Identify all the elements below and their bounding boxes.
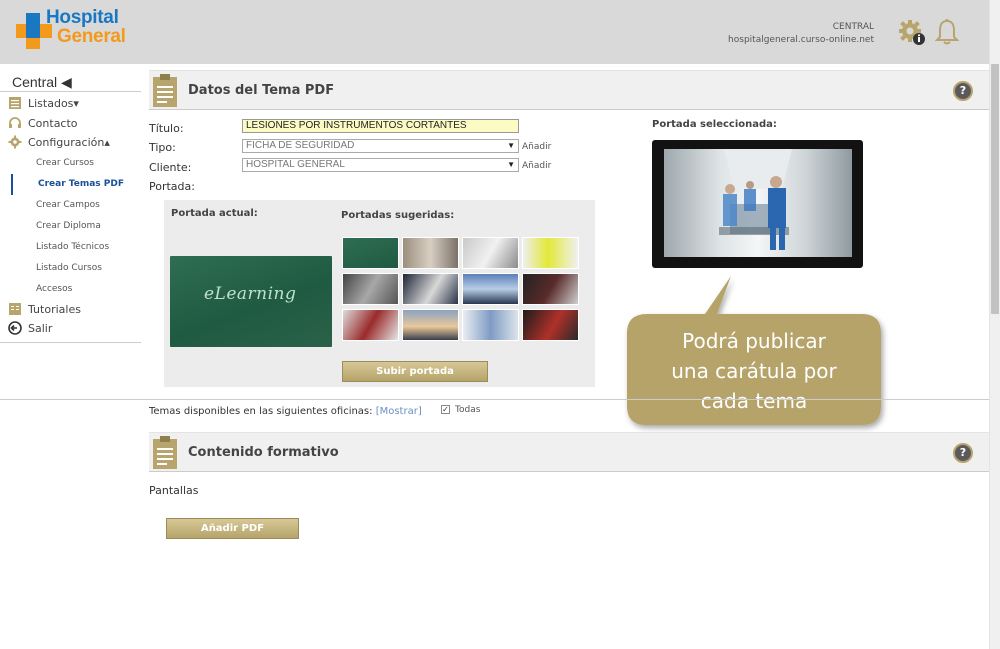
cover-chalk-text: eLearning — [204, 284, 297, 304]
top-bar: Hospital General CENTRAL hospitalgeneral… — [0, 0, 989, 64]
portada-actual-label: Portada actual: — [171, 208, 258, 219]
hospital-logo[interactable]: Hospital General — [14, 7, 144, 55]
tipo-select[interactable]: FICHA DE SEGURIDAD ▼ — [242, 139, 519, 153]
pantallas-label: Pantallas — [149, 484, 199, 497]
portada-seleccionada-label: Portada seleccionada: — [652, 119, 777, 130]
sidebar-item-tutoriales[interactable]: Tutoriales — [8, 302, 81, 316]
sidebar-subitem-listado-cursos[interactable]: Listado Cursos — [36, 263, 102, 273]
cover-thumbnail[interactable] — [402, 273, 459, 305]
sidebar-item-label: Listados▾ — [28, 96, 79, 110]
gear-icon — [8, 135, 22, 149]
list-icon — [9, 97, 21, 109]
oficinas-label: Temas disponibles en las siguientes ofic… — [149, 406, 422, 417]
cliente-select-value: HOSPITAL GENERAL — [246, 159, 345, 170]
account-info: CENTRAL hospitalgeneral.curso-online.net — [728, 21, 874, 47]
cliente-select[interactable]: HOSPITAL GENERAL ▼ — [242, 158, 519, 172]
add-tipo-link[interactable]: Añadir — [522, 142, 551, 152]
callout-line3: cada tema — [700, 389, 808, 413]
sidebar-item-configuracion[interactable]: Configuración▴ — [8, 135, 110, 149]
tipo-select-value: FICHA DE SEGURIDAD — [246, 140, 355, 151]
sidebar-subitem-crear-cursos[interactable]: Crear Cursos — [36, 158, 94, 168]
titulo-input[interactable]: LESIONES POR INSTRUMENTOS CORTANTES — [242, 119, 519, 133]
cover-thumbnail[interactable] — [462, 309, 519, 341]
sidebar-item-label: Contacto — [28, 116, 78, 130]
sidebar: Central ◀ Listados▾ Contacto Configuraci… — [0, 64, 141, 364]
settings-gear-icon[interactable] — [898, 18, 926, 46]
dropdown-arrow-icon: ▼ — [507, 141, 515, 150]
section-header-datos: Datos del Tema PDF ? — [149, 70, 989, 110]
cover-thumbnail[interactable] — [522, 273, 579, 305]
sidebar-item-label: Tutoriales — [28, 302, 81, 316]
todas-checkbox[interactable]: ✓ — [441, 405, 450, 414]
oficinas-text: Temas disponibles en las siguientes ofic… — [149, 406, 373, 417]
help-icon[interactable]: ? — [953, 81, 973, 101]
cover-thumbnail[interactable] — [522, 237, 579, 269]
logout-icon — [8, 321, 22, 335]
cover-thumbnail[interactable] — [522, 309, 579, 341]
scrollbar-thumb[interactable] — [991, 64, 999, 314]
cover-thumbnail[interactable] — [342, 309, 399, 341]
hospital-corridor-illustration — [719, 149, 792, 250]
current-cover-image: eLearning — [170, 256, 332, 347]
add-cliente-link[interactable]: Añadir — [522, 161, 551, 171]
headset-icon — [9, 117, 21, 128]
account-name: CENTRAL — [832, 22, 874, 32]
sidebar-item-contacto[interactable]: Contacto — [8, 116, 78, 130]
clipboard-icon — [153, 436, 177, 469]
section-title: Contenido formativo — [188, 445, 339, 460]
notifications-bell-icon[interactable] — [934, 18, 960, 46]
cover-thumbnail[interactable] — [462, 273, 519, 305]
mostrar-link[interactable]: [Mostrar] — [376, 406, 422, 417]
help-icon[interactable]: ? — [953, 443, 973, 463]
callout-line2: una carátula por — [671, 359, 837, 383]
upload-cover-button[interactable]: Subir portada — [342, 361, 488, 382]
vertical-scrollbar[interactable] — [989, 0, 1000, 649]
add-pdf-button[interactable]: Añadir PDF — [166, 518, 299, 539]
titulo-label: Título: — [149, 122, 184, 135]
sidebar-item-label: Configuración▴ — [28, 135, 110, 149]
sidebar-item-label: Salir — [28, 321, 53, 335]
section-title: Datos del Tema PDF — [188, 83, 335, 98]
portada-panel: Portada actual: eLearning Portadas suger… — [164, 200, 595, 387]
selected-cover-tablet — [652, 140, 863, 268]
cover-thumbnail[interactable] — [342, 237, 399, 269]
cover-thumbnail[interactable] — [402, 237, 459, 269]
sidebar-subitem-listado-tecnicos[interactable]: Listado Técnicos — [36, 242, 109, 252]
sidebar-subitem-crear-diploma[interactable]: Crear Diploma — [36, 221, 101, 231]
divider — [0, 399, 989, 400]
tipo-label: Tipo: — [149, 141, 176, 154]
callout-line1: Podrá publicar — [682, 329, 826, 353]
sidebar-subitem-accesos[interactable]: Accesos — [36, 284, 72, 294]
sidebar-subitem-crear-temas-pdf[interactable]: Crear Temas PDF — [38, 179, 124, 189]
sidebar-item-listados[interactable]: Listados▾ — [8, 96, 79, 110]
document-icon — [153, 74, 177, 107]
account-domain: hospitalgeneral.curso-online.net — [728, 35, 874, 45]
callout-text: Podrá publicar una carátula por cada tem… — [627, 326, 881, 416]
portada-label: Portada: — [149, 180, 195, 193]
logo-line2: General — [57, 26, 126, 47]
cover-thumbnail[interactable] — [342, 273, 399, 305]
book-icon — [9, 303, 21, 315]
active-indicator — [11, 174, 13, 195]
selected-cover-image — [664, 149, 852, 257]
portadas-sugeridas-label: Portadas sugeridas: — [341, 210, 455, 221]
todas-label: Todas — [455, 405, 481, 415]
sidebar-item-salir[interactable]: Salir — [8, 321, 52, 335]
sidebar-subitem-crear-campos[interactable]: Crear Campos — [36, 200, 100, 210]
sidebar-title[interactable]: Central ◀ — [12, 74, 72, 91]
dropdown-arrow-icon: ▼ — [507, 160, 515, 169]
cover-thumbnail[interactable] — [402, 309, 459, 341]
section-header-contenido: Contenido formativo ? — [149, 432, 989, 472]
cover-thumbnail[interactable] — [462, 237, 519, 269]
sidebar-divider — [0, 91, 141, 92]
sidebar-divider — [0, 342, 141, 343]
cliente-label: Cliente: — [149, 161, 192, 174]
